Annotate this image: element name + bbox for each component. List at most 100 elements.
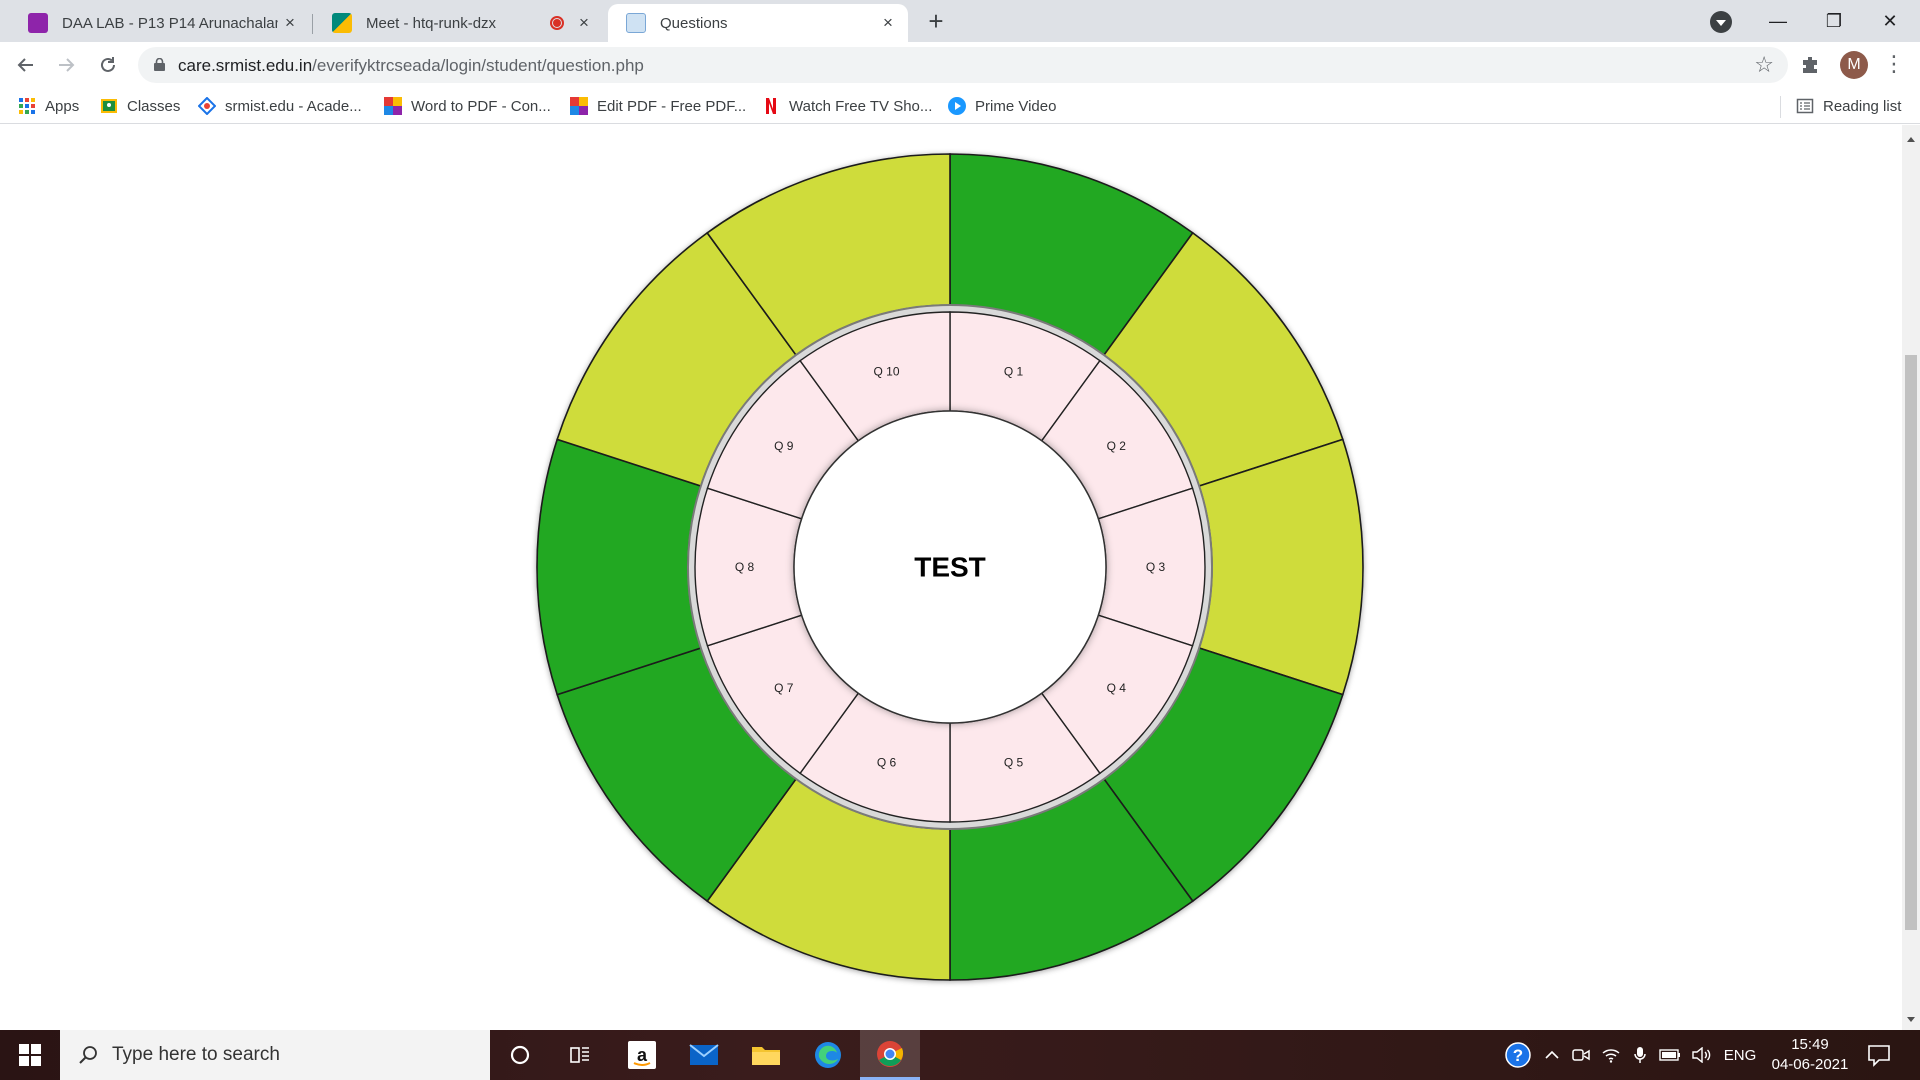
reload-button[interactable]	[92, 49, 124, 81]
task-view-button[interactable]	[550, 1030, 610, 1080]
bookmark-star-icon[interactable]: ☆	[1754, 52, 1774, 78]
microphone-tray-button[interactable]	[1628, 1030, 1652, 1080]
question-label[interactable]: Q 2	[1107, 439, 1127, 453]
start-button[interactable]	[0, 1030, 60, 1080]
question-label[interactable]: Q 7	[774, 681, 794, 695]
bookmarks-bar: Apps Classes srmist.edu - Acade... Word …	[0, 88, 1920, 124]
reading-list-button[interactable]: Reading list	[1796, 95, 1901, 117]
url-path: /everifyktrcseada/login/student/question…	[312, 56, 644, 75]
back-arrow-icon	[17, 58, 33, 72]
windows-logo-icon	[19, 1044, 41, 1066]
page-scrollbar[interactable]	[1902, 125, 1920, 1030]
meet-favicon-icon	[332, 13, 352, 33]
tab-questions[interactable]: Questions ×	[608, 4, 908, 42]
question-label[interactable]: Q 1	[1004, 365, 1024, 379]
close-window-button[interactable]: ✕	[1870, 6, 1910, 36]
classroom-icon	[101, 99, 117, 113]
edge-icon	[815, 1042, 841, 1068]
forward-button[interactable]	[50, 49, 82, 81]
reading-list-label: Reading list	[1823, 97, 1902, 115]
url-host: care.srmist.edu.in	[178, 56, 313, 75]
bookmark-apps[interactable]: Apps	[18, 95, 79, 117]
bookmark-word-to-pdf[interactable]: Word to PDF - Con...	[384, 95, 551, 117]
taskbar-file-explorer[interactable]	[736, 1030, 796, 1080]
question-label[interactable]: Q 8	[735, 560, 755, 574]
tab-meet[interactable]: Meet - htq-runk-dzx ×	[314, 4, 604, 42]
battery-icon	[1659, 1049, 1680, 1061]
tab-search-icon[interactable]	[1710, 11, 1732, 33]
srmist-icon	[198, 97, 216, 115]
taskbar-clock[interactable]: 15:49 04-06-2021	[1762, 1035, 1858, 1075]
meet-now-tray-button[interactable]	[1568, 1030, 1594, 1080]
question-label[interactable]: Q 5	[1004, 755, 1024, 769]
taskbar-mail[interactable]	[674, 1030, 734, 1080]
bookmark-prime-video[interactable]: Prime Video	[948, 95, 1056, 117]
browser-toolbar: care.srmist.edu.in/everifyktrcseada/logi…	[0, 42, 1920, 88]
question-label[interactable]: Q 10	[873, 365, 899, 379]
close-tab-icon[interactable]: ×	[572, 11, 596, 35]
action-center-icon[interactable]	[1866, 1042, 1892, 1068]
windows-taskbar: Type here to search a ? ENG 15:49 04-06-…	[0, 1030, 1920, 1080]
chrome-menu-icon[interactable]: ⋮	[1882, 50, 1906, 80]
bookmark-classes[interactable]: Classes	[100, 95, 180, 117]
help-question-icon: ?	[1505, 1042, 1531, 1068]
tab-title: Meet - htq-runk-dzx	[366, 14, 497, 32]
question-wheel: Q 1 Q 2 Q 3 Q 4 Q 5 Q 6 Q 7 Q 8 Q 9 Q 10 TEST	[536, 153, 1364, 981]
new-tab-button[interactable]: +	[922, 8, 950, 36]
taskbar-chrome[interactable]	[860, 1030, 920, 1080]
cortana-circle-icon	[510, 1045, 530, 1065]
address-bar[interactable]: care.srmist.edu.in/everifyktrcseada/logi…	[138, 47, 1788, 83]
cortana-button[interactable]	[490, 1030, 550, 1080]
bookmark-srmist[interactable]: srmist.edu - Acade...	[198, 95, 362, 117]
taskbar-search-box[interactable]: Type here to search	[60, 1030, 490, 1080]
lock-icon[interactable]	[154, 58, 165, 71]
questions-favicon-icon	[626, 13, 646, 33]
back-button[interactable]	[10, 49, 42, 81]
scroll-down-arrow-icon[interactable]	[1907, 1017, 1915, 1022]
close-tab-icon[interactable]: ×	[876, 11, 900, 35]
bookmark-netflix[interactable]: Watch Free TV Sho...	[762, 95, 932, 117]
reading-list-icon	[1796, 98, 1814, 114]
task-view-icon	[570, 1047, 589, 1063]
clock-time: 15:49	[1791, 1036, 1829, 1053]
restore-button[interactable]: ❐	[1814, 6, 1854, 36]
profile-avatar[interactable]: M	[1840, 51, 1868, 79]
speaker-icon	[1692, 1047, 1711, 1063]
bookmark-label: Apps	[45, 97, 80, 115]
bookmark-label: Classes	[127, 97, 181, 115]
scrollbar-thumb[interactable]	[1905, 355, 1917, 930]
taskbar-amazon[interactable]: a	[612, 1030, 672, 1080]
volume-tray-button[interactable]	[1688, 1030, 1716, 1080]
wifi-icon	[1602, 1049, 1620, 1063]
tab-daa-lab[interactable]: DAA LAB - P13 P14 Arunachalam ×	[10, 4, 310, 42]
question-label[interactable]: Q 3	[1146, 560, 1166, 574]
chrome-icon	[877, 1040, 904, 1067]
question-label[interactable]: Q 4	[1107, 681, 1127, 695]
video-camera-icon	[1572, 1049, 1590, 1061]
bookmark-label: Word to PDF - Con...	[411, 97, 551, 115]
wifi-tray-button[interactable]	[1598, 1030, 1624, 1080]
bookmarks-divider	[1780, 96, 1781, 118]
svg-text:a: a	[637, 1045, 648, 1065]
close-tab-icon[interactable]: ×	[278, 11, 302, 35]
taskbar-edge[interactable]	[798, 1030, 858, 1080]
battery-tray-button[interactable]	[1656, 1030, 1684, 1080]
bookmark-edit-pdf[interactable]: Edit PDF - Free PDF...	[570, 95, 746, 117]
netflix-icon	[766, 98, 776, 114]
show-hidden-icons-button[interactable]	[1540, 1030, 1564, 1080]
chevron-up-icon	[1545, 1050, 1559, 1059]
page-content: Q 1 Q 2 Q 3 Q 4 Q 5 Q 6 Q 7 Q 8 Q 9 Q 10 TEST	[0, 125, 1902, 1030]
minimize-button[interactable]: —	[1758, 6, 1798, 36]
question-label[interactable]: Q 6	[877, 755, 897, 769]
bookmark-label: srmist.edu - Acade...	[225, 97, 362, 115]
help-tray-button[interactable]: ?	[1500, 1030, 1536, 1080]
mail-icon	[689, 1044, 719, 1065]
extensions-puzzle-icon[interactable]	[1800, 54, 1822, 76]
scroll-up-arrow-icon[interactable]	[1907, 137, 1915, 142]
input-language-button[interactable]: ENG	[1720, 1030, 1760, 1080]
center-title: TEST	[914, 552, 986, 583]
question-label[interactable]: Q 9	[774, 439, 794, 453]
ilovepdf-icon	[570, 97, 588, 115]
url-text[interactable]: care.srmist.edu.in/everifyktrcseada/logi…	[178, 56, 644, 76]
prime-video-icon	[948, 97, 966, 115]
